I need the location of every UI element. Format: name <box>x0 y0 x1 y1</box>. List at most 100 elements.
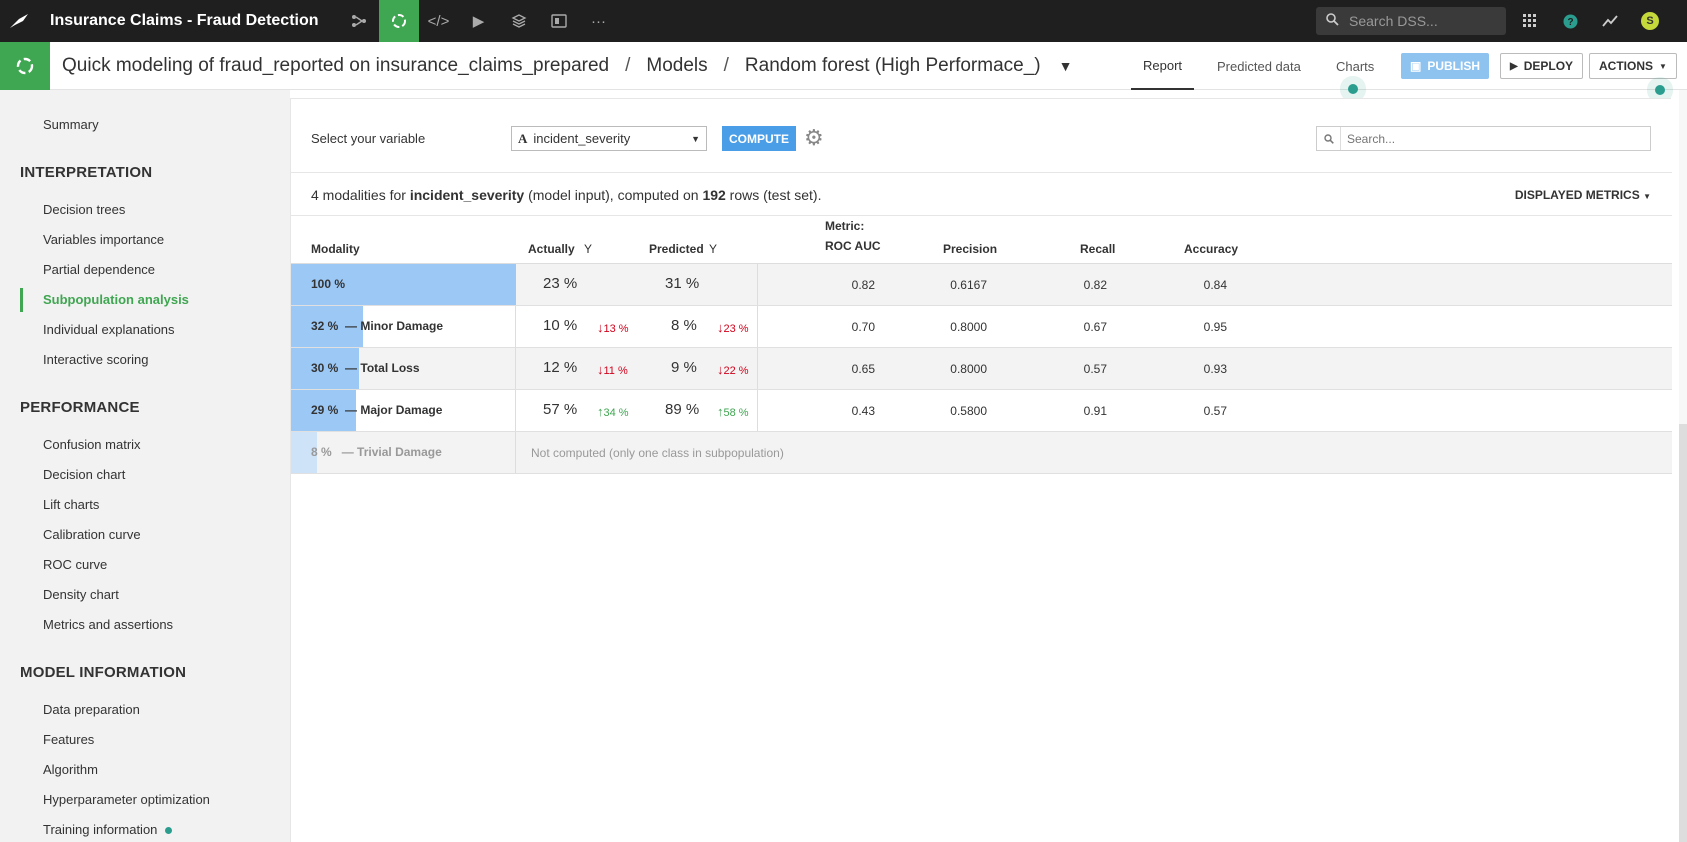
sidebar-item-hyperparameter-optimization[interactable]: Hyperparameter optimization <box>43 792 210 807</box>
sidebar-item-data-preparation[interactable]: Data preparation <box>43 702 140 717</box>
actually-value: 57 % <box>543 401 578 418</box>
table-row[interactable]: 8 % — Trivial Damage Not computed (only … <box>291 432 1672 474</box>
summary-rows: 192 <box>702 187 726 203</box>
scrollbar-thumb[interactable] <box>1679 424 1687 842</box>
deploy-button[interactable]: ▶ DEPLOY <box>1500 53 1584 79</box>
divider <box>291 215 1672 216</box>
avatar[interactable]: S <box>1641 12 1659 30</box>
divider <box>757 306 758 347</box>
modality-name: Minor Damage <box>360 319 444 333</box>
sidebar-item-interactive-scoring[interactable]: Interactive scoring <box>43 352 149 367</box>
col-metric-line2: ROC AUC <box>825 239 881 253</box>
help-icon[interactable]: ? <box>1553 0 1587 42</box>
breadcrumb-models[interactable]: Models <box>646 55 707 77</box>
scrollbar[interactable] <box>1679 90 1687 842</box>
sidebar-item-subpopulation-analysis[interactable]: Subpopulation analysis <box>43 292 189 307</box>
filter-icon[interactable]: Y <box>584 242 592 256</box>
sidebar-item-decision-trees[interactable]: Decision trees <box>43 202 125 217</box>
col-actually: Actually Y <box>528 242 592 256</box>
table-row[interactable]: 30 % — Total Loss 12 % ↓11 % 9 % ↓22 % 0… <box>291 348 1672 390</box>
bird-logo-icon[interactable] <box>0 0 38 42</box>
compute-button[interactable]: COMPUTE <box>722 126 796 151</box>
filter-icon[interactable]: Y <box>709 242 717 256</box>
modality-cell: 30 % — Total Loss <box>291 348 516 389</box>
publish-button[interactable]: ▣ PUBLISH <box>1401 53 1490 79</box>
sidebar-item-lift-charts[interactable]: Lift charts <box>43 497 99 512</box>
tour-beacon[interactable] <box>1655 85 1665 95</box>
controls-row: Select your variable A incident_severity… <box>291 99 1672 173</box>
sidebar-item-decision-chart[interactable]: Decision chart <box>43 467 125 482</box>
gear-icon[interactable]: ⚙ <box>804 125 824 151</box>
modality-label: 8 % — Trivial Damage <box>311 445 442 459</box>
ml-model-icon[interactable] <box>0 42 50 90</box>
recall-value: 0.91 <box>1083 404 1107 418</box>
sidebar-item-metrics-and-assertions[interactable]: Metrics and assertions <box>43 617 173 632</box>
trend-icon[interactable] <box>1593 0 1627 42</box>
breadcrumb-analysis[interactable]: Quick modeling of fraud_reported on insu… <box>62 55 609 77</box>
roc-auc-value: 0.65 <box>851 362 875 376</box>
sidebar-item-calibration-curve[interactable]: Calibration curve <box>43 527 141 542</box>
table-search-input[interactable] <box>1341 131 1641 146</box>
tab-charts[interactable]: Charts <box>1324 42 1386 90</box>
sidebar-item-algorithm[interactable]: Algorithm <box>43 762 98 777</box>
actually-value: 23 % <box>543 275 578 292</box>
caret-down-icon[interactable]: ▼ <box>1059 58 1073 74</box>
active-indicator <box>20 288 23 312</box>
variable-select[interactable]: A incident_severity ▼ <box>511 126 707 151</box>
table-row[interactable]: 32 % — Minor Damage 10 % ↓13 % 8 % ↓23 %… <box>291 306 1672 348</box>
caret-down-icon: ▼ <box>1643 192 1651 201</box>
sidebar-item-confusion-matrix[interactable]: Confusion matrix <box>43 437 141 452</box>
report-sidebar: Summary INTERPRETATION Decision trees Va… <box>0 90 290 842</box>
sidebar-section-performance: PERFORMANCE <box>20 399 140 416</box>
sidebar-section-interpretation: INTERPRETATION <box>20 164 153 181</box>
ml-lab-icon[interactable] <box>378 0 419 42</box>
recall-value: 0.82 <box>1083 278 1107 292</box>
dashboard-icon[interactable] <box>539 0 579 42</box>
database-icon[interactable] <box>499 0 539 42</box>
table-search[interactable] <box>1316 126 1651 151</box>
sidebar-item-variables-importance[interactable]: Variables importance <box>43 232 164 247</box>
code-icon[interactable]: </> <box>419 0 459 42</box>
sidebar-item-partial-dependence[interactable]: Partial dependence <box>43 262 155 277</box>
modality-label: 32 % — Minor Damage <box>311 319 443 333</box>
tab-predicted-data[interactable]: Predicted data <box>1205 42 1313 90</box>
global-search-input[interactable] <box>1349 13 1489 29</box>
sidebar-item-training-information[interactable]: Training information <box>43 822 173 837</box>
sidebar-item-features[interactable]: Features <box>43 732 94 747</box>
table-row[interactable]: 100 % 23 % 31 % 0.82 0.6167 0.82 0.84 <box>291 264 1672 306</box>
search-icon <box>1326 13 1339 29</box>
displayed-metrics-dropdown[interactable]: DISPLAYED METRICS ▼ <box>1515 188 1651 202</box>
sidebar-item-individual-explanations[interactable]: Individual explanations <box>43 322 175 337</box>
grid-icon[interactable] <box>1513 0 1547 42</box>
model-header: Quick modeling of fraud_reported on insu… <box>0 42 1687 95</box>
dash: — <box>341 445 354 459</box>
publish-label: PUBLISH <box>1427 59 1481 73</box>
play-icon: ▶ <box>1510 60 1518 72</box>
global-search[interactable] <box>1316 7 1506 35</box>
tour-beacon[interactable] <box>1348 84 1358 94</box>
modality-cell: 8 % — Trivial Damage <box>291 432 516 473</box>
breadcrumb-model-name[interactable]: Random forest (High Performace_) <box>745 55 1041 77</box>
deploy-label: DEPLOY <box>1523 59 1574 73</box>
accuracy-value: 0.84 <box>1203 278 1227 292</box>
sidebar-section-model-information: MODEL INFORMATION <box>20 664 187 681</box>
project-title[interactable]: Insurance Claims - Fraud Detection <box>50 12 319 30</box>
displayed-metrics-label: DISPLAYED METRICS <box>1514 188 1640 202</box>
actions-button[interactable]: ACTIONS ▼ <box>1589 53 1677 79</box>
sidebar-item-roc-curve[interactable]: ROC curve <box>43 557 107 572</box>
sidebar-item-density-chart[interactable]: Density chart <box>43 587 119 602</box>
modality-label: 29 % — Major Damage <box>311 403 442 417</box>
modality-share: 100 % <box>311 277 346 291</box>
play-icon[interactable]: ▶ <box>459 0 499 42</box>
sidebar-item-summary[interactable]: Summary <box>43 117 99 132</box>
precision-value: 0.5800 <box>950 404 987 418</box>
precision-value: 0.8000 <box>950 320 987 334</box>
accuracy-value: 0.93 <box>1203 362 1227 376</box>
more-icon[interactable]: ··· <box>579 0 619 42</box>
modality-share: 8 % <box>311 445 332 459</box>
col-recall: Recall <box>1080 242 1116 256</box>
tab-report[interactable]: Report <box>1131 42 1195 90</box>
table-row[interactable]: 29 % — Major Damage 57 % ↑34 % 89 % ↑58 … <box>291 390 1672 432</box>
user-avatar[interactable]: S <box>1633 0 1667 42</box>
flow-icon[interactable] <box>339 0 379 42</box>
